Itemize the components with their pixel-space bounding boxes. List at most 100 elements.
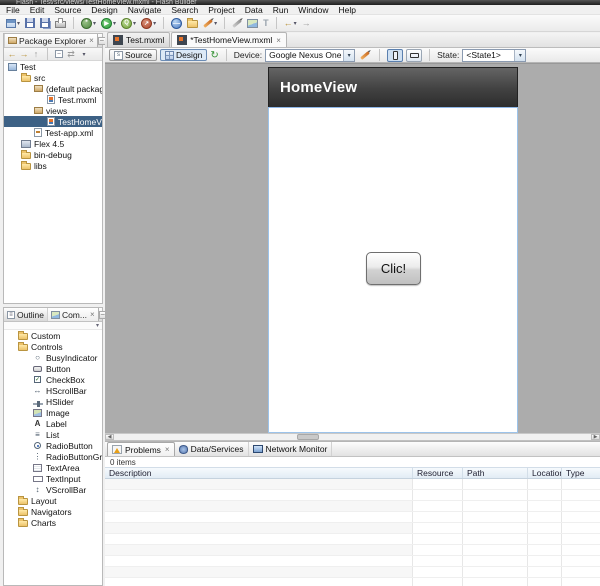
menu-file[interactable]: File [1,5,25,15]
tree-item-test-app-xml[interactable]: Test-app.xml [4,127,102,138]
tree-item-testhomeview-mxml[interactable]: TestHomeView.m [4,116,102,127]
tree-item-hslider[interactable]: HSlider [4,396,102,407]
tree-item-navigators[interactable]: Navigators [4,506,102,517]
landscape-orientation-button[interactable] [406,49,422,62]
link-with-editor-button[interactable]: ⇄ [66,49,76,60]
tab-testhomeview-mxml[interactable]: *TestHomeView.mxml × [171,32,287,47]
debug-button[interactable]: *▾ [79,16,98,31]
scrollbar-thumb[interactable] [297,434,319,440]
insert-text-button[interactable]: T [261,16,271,31]
close-icon[interactable]: × [90,310,95,319]
view-content-area[interactable]: Clic! [268,107,518,433]
horizontal-scrollbar[interactable]: ◀ ▶ [105,433,600,441]
source-view-button[interactable]: s Source [109,49,157,61]
design-view-button[interactable]: Design [160,49,207,61]
tree-item-checkbox[interactable]: ✓CheckBox [4,374,102,385]
tree-item-vscrollbar[interactable]: ↕VScrollBar [4,484,102,495]
tree-item-image[interactable]: Image [4,407,102,418]
tree-item-textinput[interactable]: TextInput [4,473,102,484]
close-icon[interactable]: × [165,445,170,454]
tree-item-radiobuttongroup[interactable]: ⋮RadioButtonGroup [4,451,102,462]
open-browser-button[interactable] [169,16,184,31]
tree-item-busyindicator[interactable]: ○BusyIndicator [4,352,102,363]
save-all-button[interactable] [38,16,52,31]
pen-tool-button[interactable] [230,16,244,31]
portrait-orientation-button[interactable] [387,49,403,62]
tree-item-list[interactable]: ≡List [4,429,102,440]
state-select[interactable]: <State1> ▾ [462,49,526,62]
tree-item-charts[interactable]: Charts [4,517,102,528]
column-type[interactable]: Type [562,468,600,478]
tab-problems[interactable]: Problems × [107,442,175,456]
run-button[interactable]: ▶▾ [99,16,118,31]
tree-item-hscrollbar[interactable]: ↔HScrollBar [4,385,102,396]
menu-run[interactable]: Run [268,5,294,15]
column-path[interactable]: Path [463,468,528,478]
tab-package-explorer[interactable]: Package Explorer × [4,34,98,47]
insert-image-button[interactable] [245,16,260,31]
tree-item-button[interactable]: Button [4,363,102,374]
print-button[interactable] [53,16,68,31]
folder-icon [18,498,28,505]
scroll-left-button[interactable]: ◀ [105,434,114,440]
mark-occurrences-button[interactable]: ▾ [201,16,219,31]
back-button[interactable]: ← [7,49,17,60]
action-bar[interactable]: HomeView [268,67,518,107]
refresh-button[interactable]: ↻ [210,50,218,61]
menu-navigate[interactable]: Navigate [123,5,167,15]
save-button[interactable] [23,16,37,31]
menu-help[interactable]: Help [334,5,361,15]
export-release-button[interactable]: ↗▾ [139,16,158,31]
menu-source[interactable]: Source [49,5,86,15]
export-release-icon: ↗ [141,18,152,29]
column-location[interactable]: Location [528,468,562,478]
tree-item-libs[interactable]: libs [4,160,102,171]
tree-item-custom[interactable]: Custom [4,330,102,341]
tree-item-flex-sdk[interactable]: Flex 4.5 [4,138,102,149]
new-button[interactable]: ▾ [4,16,22,31]
tree-item-label[interactable]: ALabel [4,418,102,429]
tab-data-services[interactable]: Data/Services [175,442,249,456]
scroll-right-button[interactable]: ▶ [591,434,600,440]
tree-item-default-package[interactable]: (default package) [4,83,102,94]
view-menu-button[interactable]: ▾ [79,49,89,60]
tree-item-test-mxml[interactable]: Test.mxml [4,94,102,105]
tree-item-radiobutton[interactable]: RadioButton [4,440,102,451]
profile-button[interactable]: Q▾ [119,16,138,31]
close-icon[interactable]: × [89,36,94,45]
edit-device-button[interactable] [358,48,372,63]
tab-test-mxml[interactable]: Test.mxml [107,32,170,47]
forward-history-button[interactable]: → [300,16,313,31]
back-arrow-icon: ← [284,18,293,28]
menu-search[interactable]: Search [166,5,203,15]
up-button[interactable]: ↑ [31,49,41,60]
tab-network-monitor[interactable]: Network Monitor [249,442,333,456]
menu-design[interactable]: Design [86,5,122,15]
menu-edit[interactable]: Edit [25,5,50,15]
clic-button[interactable]: Clic! [366,252,421,285]
tree-item-bin-debug[interactable]: bin-debug [4,149,102,160]
device-select[interactable]: Google Nexus One ▾ [265,49,355,62]
design-canvas[interactable]: HomeView Clic! [105,63,600,433]
tree-item-views[interactable]: views [4,105,102,116]
column-description[interactable]: Description [105,468,413,478]
tab-outline[interactable]: ≡ Outline [4,308,47,321]
tab-components[interactable]: Com... × [47,308,99,321]
last-edit-location-button[interactable]: ←▾ [282,16,299,31]
view-menu-button[interactable]: ▾ [96,322,99,329]
marker-icon [203,19,213,28]
tree-item-textarea[interactable]: TextArea [4,462,102,473]
tree-item-project[interactable]: Test [4,61,102,72]
tree-item-controls[interactable]: Controls [4,341,102,352]
close-icon[interactable]: × [276,36,281,45]
open-folder-button[interactable] [185,16,200,31]
menu-project[interactable]: Project [203,5,239,15]
forward-button[interactable]: → [19,49,29,60]
menu-data[interactable]: Data [240,5,268,15]
tree-item-src[interactable]: src [4,72,102,83]
menu-window[interactable]: Window [293,5,333,15]
column-resource[interactable]: Resource [413,468,463,478]
collapse-all-button[interactable]: – [54,49,64,60]
mxml-file-icon [113,35,123,45]
tree-item-layout[interactable]: Layout [4,495,102,506]
